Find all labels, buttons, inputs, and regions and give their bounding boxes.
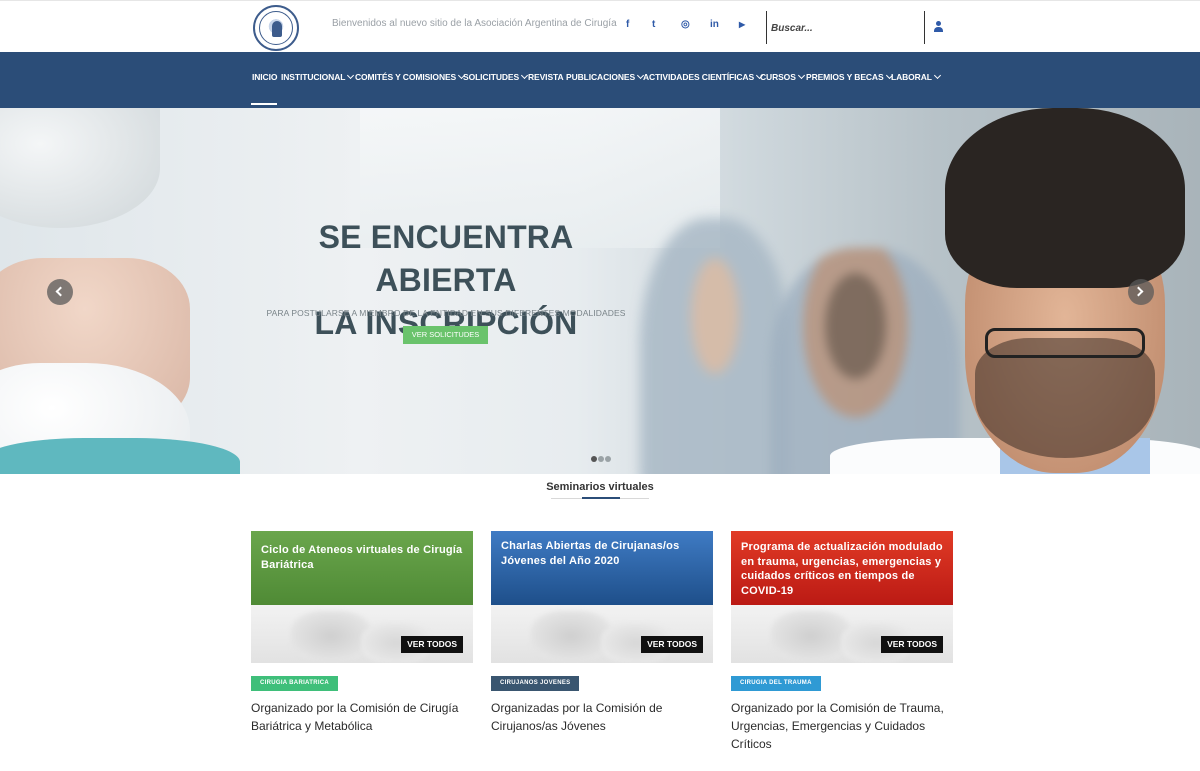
hero-figure (985, 328, 1145, 358)
nav-item-cursos[interactable]: CURSOS (760, 71, 805, 82)
nav-item-premios[interactable]: PREMIOS Y BECAS (806, 71, 893, 82)
active-nav-indicator (251, 103, 277, 105)
welcome-text: Bienvenidos al nuevo sitio de la Asociac… (332, 18, 617, 29)
card-image (491, 605, 713, 663)
user-icon[interactable] (934, 21, 943, 32)
category-tag[interactable]: CIRUGIA DEL TRAUMA (731, 676, 821, 691)
hero-figure (0, 438, 240, 474)
top-bar: Bienvenidos al nuevo sitio de la Asociac… (0, 0, 1200, 52)
card-description: Organizado por la Comisión de Cirugía Ba… (251, 701, 459, 733)
chevron-down-icon (933, 71, 941, 80)
chevron-left-icon (55, 286, 66, 297)
category-tag[interactable]: CIRUGIA BARIATRICA (251, 676, 339, 691)
divider (924, 11, 925, 44)
logo-emblem (259, 11, 293, 45)
slide-dot[interactable] (598, 456, 604, 462)
nav-item-publicaciones[interactable]: PUBLICACIONES (566, 71, 645, 82)
chevron-down-icon (797, 71, 805, 80)
nav-item-laboral[interactable]: LABORAL (891, 71, 941, 82)
search-input[interactable] (771, 19, 921, 37)
nav-item-inicio[interactable]: INICIO (252, 72, 277, 82)
instagram-icon[interactable]: ◎ (681, 19, 690, 30)
seminar-card[interactable]: Charlas Abiertas de Cirujanas/os Jóvenes… (491, 531, 713, 733)
slider-dots (591, 449, 612, 467)
nav-item-revista[interactable]: REVISTA (528, 72, 564, 82)
hero-figure (0, 108, 160, 228)
youtube-icon[interactable]: ▶ (739, 20, 745, 29)
divider (766, 11, 767, 44)
hero-subtitle: PARA POSTULARSE A MIEMBRO DE LA ENTIDAD … (266, 308, 626, 318)
hero-slider: SE ENCUENTRA ABIERTA LA INSCRIPCIÓN PARA… (0, 108, 1200, 474)
card-title[interactable]: Ciclo de Ateneos virtuales de Cirugía Ba… (251, 531, 473, 605)
card-title[interactable]: Charlas Abiertas de Cirujanas/os Jóvenes… (491, 531, 713, 605)
nav-item-actividades[interactable]: ACTIVIDADES CIENTÍFICAS (643, 71, 764, 82)
ver-todos-button[interactable]: VER TODOS (401, 636, 463, 653)
nav-item-solicitudes[interactable]: SOLICITUDES (463, 71, 529, 82)
section-title: Seminarios virtuales (546, 481, 654, 493)
hero-figure (640, 218, 790, 474)
card-image (251, 605, 473, 663)
card-description: Organizadas por la Comisión de Cirujanos… (491, 701, 663, 733)
twitter-icon[interactable]: t (652, 19, 655, 30)
next-slide-button[interactable] (1128, 279, 1154, 305)
seminar-card[interactable]: Ciclo de Ateneos virtuales de Cirugía Ba… (251, 531, 473, 733)
card-description: Organizado por la Comisión de Trauma, Ur… (731, 701, 944, 751)
association-logo[interactable] (253, 5, 299, 51)
facebook-icon[interactable]: f (626, 19, 629, 30)
nav-item-institucional[interactable]: INSTITUCIONAL (281, 71, 355, 82)
seminar-card[interactable]: Programa de actualización modulado en tr… (731, 531, 953, 751)
hero-figure (945, 108, 1185, 288)
ver-todos-button[interactable]: VER TODOS (881, 636, 943, 653)
ver-todos-button[interactable]: VER TODOS (641, 636, 703, 653)
card-title[interactable]: Programa de actualización modulado en tr… (731, 531, 953, 605)
nav-item-comites[interactable]: COMITÉS Y COMISIONES (355, 71, 466, 82)
prev-slide-button[interactable] (47, 279, 73, 305)
section-divider-accent (582, 497, 620, 499)
chevron-down-icon (347, 71, 355, 80)
chevron-right-icon (1133, 286, 1144, 297)
category-tag[interactable]: CIRUJANOS JOVENES (491, 676, 580, 691)
main-nav: INICIO INSTITUCIONAL COMITÉS Y COMISIONE… (0, 52, 1200, 108)
slide-dot[interactable] (591, 456, 597, 462)
linkedin-icon[interactable]: in (710, 19, 719, 30)
card-image (731, 605, 953, 663)
slide-dot[interactable] (605, 456, 611, 462)
ver-solicitudes-button[interactable]: VER SOLICITUDES (403, 326, 488, 344)
